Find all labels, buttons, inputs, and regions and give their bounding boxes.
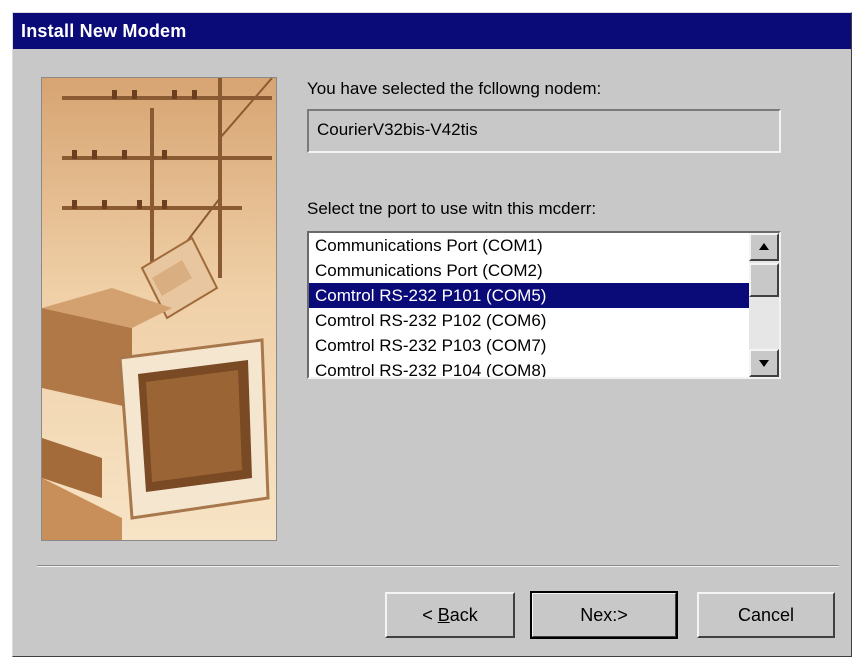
next-button[interactable]: Nex:> xyxy=(530,591,678,639)
port-list-scrollbar[interactable] xyxy=(749,233,779,377)
back-button[interactable]: < Back xyxy=(385,592,515,638)
scroll-thumb[interactable] xyxy=(749,263,779,297)
modem-prompt-label: You have selected the fcllowng nodem: xyxy=(307,79,602,98)
port-list-item[interactable]: Comtrol RS-232 P101 (COM5) xyxy=(309,283,749,308)
next-label: Nex:> xyxy=(580,604,628,625)
selected-modem-field: CourierV32bis-V42tis xyxy=(307,109,781,153)
arrow-up-icon xyxy=(759,243,769,250)
port-prompt-label: Select tne port to use witn this mcderr: xyxy=(307,199,597,218)
port-list-items: Communications Port (COM1) Communications… xyxy=(309,233,749,377)
back-label-rest: ack xyxy=(449,604,478,625)
port-list-item[interactable]: Comtrol RS-232 P104 (COM8) xyxy=(309,358,749,377)
button-separator xyxy=(37,565,839,567)
install-modem-dialog: Install New Modem You have selected the … xyxy=(12,12,852,657)
port-list-item[interactable]: Comtrol RS-232 P102 (COM6) xyxy=(309,308,749,333)
wizard-illustration xyxy=(41,77,277,541)
back-accelerator: B xyxy=(437,604,450,625)
port-list-item[interactable]: Comtrol RS-232 P103 (COM7) xyxy=(309,333,749,358)
cancel-label: Cancel xyxy=(737,604,795,625)
back-prefix: < xyxy=(422,604,438,625)
window-title: Install New Modem xyxy=(13,13,851,49)
port-listbox[interactable]: Communications Port (COM1) Communications… xyxy=(307,231,781,379)
port-list-item[interactable]: Communications Port (COM1) xyxy=(309,233,749,258)
cancel-button[interactable]: Cancel xyxy=(697,592,835,638)
port-list-item[interactable]: Communications Port (COM2) xyxy=(309,258,749,283)
scroll-up-button[interactable] xyxy=(749,233,779,261)
scroll-down-button[interactable] xyxy=(749,349,779,377)
arrow-down-icon xyxy=(759,360,769,367)
